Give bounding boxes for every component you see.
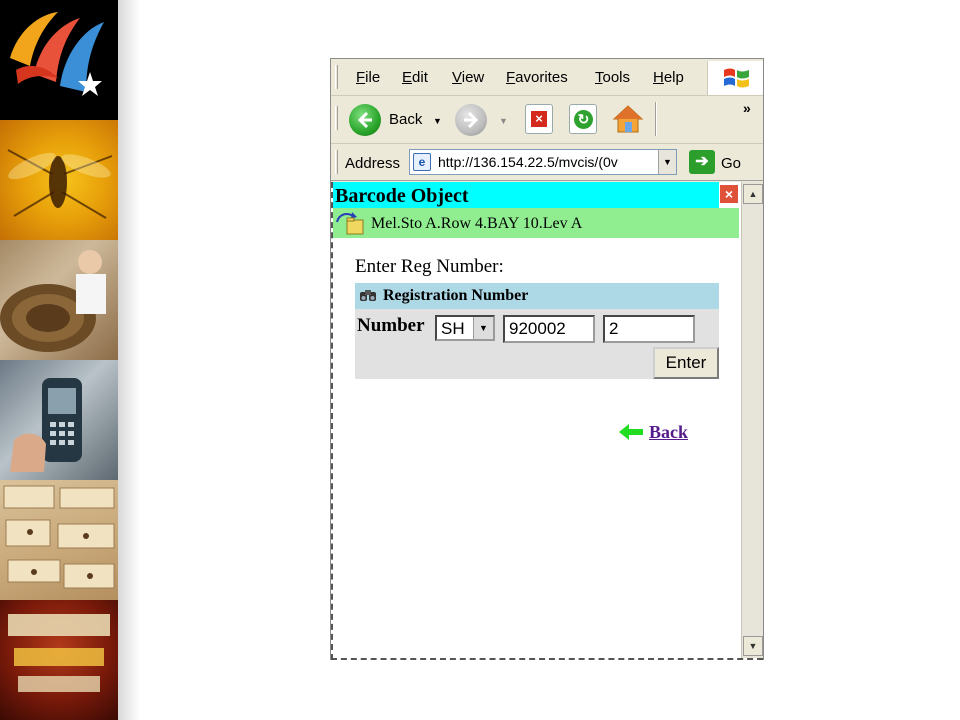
navigation-toolbar: Back ▼ ▼ × ↻ » (331, 96, 763, 144)
home-icon[interactable] (611, 102, 645, 136)
close-icon[interactable]: × (719, 184, 739, 204)
refresh-icon[interactable]: ↻ (569, 104, 597, 134)
windows-logo-icon (707, 61, 763, 95)
address-bar: Address e http://136.154.22.5/mvcis/(0v … (331, 144, 763, 181)
menu-help[interactable]: Help (653, 69, 684, 86)
back-arrow-icon[interactable] (349, 104, 381, 136)
go-arrow-icon[interactable]: ➔ (689, 150, 715, 174)
menu-bar: File Edit View Favorites Tools Help (331, 59, 763, 96)
stop-icon[interactable]: × (525, 104, 553, 134)
address-input[interactable]: e http://136.154.22.5/mvcis/(0v ▼ (409, 149, 677, 175)
address-label: Address (345, 155, 401, 172)
vertical-scrollbar[interactable]: ▲ ▼ (741, 182, 763, 658)
menu-tools[interactable]: Tools (595, 69, 630, 86)
registration-panel: Registration Number Number SH ▼ Enter (355, 283, 719, 379)
toolbar-grip[interactable] (335, 106, 338, 130)
forward-dropdown-icon[interactable]: ▼ (499, 116, 508, 126)
menu-file[interactable]: File (356, 69, 380, 86)
amber-insect-photo (0, 120, 118, 240)
page-icon: e (413, 153, 431, 171)
specimen-labels-photo (0, 480, 118, 600)
toolbar-separator (655, 102, 657, 136)
enter-button[interactable]: Enter (653, 347, 719, 379)
reg-number-prompt: Enter Reg Number: (355, 256, 504, 277)
scroll-up-icon[interactable]: ▲ (743, 184, 763, 204)
organisation-logo (0, 0, 118, 120)
address-bar-grip[interactable] (335, 150, 338, 174)
back-arrow-icon (619, 424, 643, 440)
registration-panel-title: Registration Number (383, 287, 529, 304)
location-bar: Mel.Sto A.Row 4.BAY 10.Lev A (333, 208, 739, 238)
address-dropdown-icon[interactable]: ▼ (658, 150, 676, 174)
browser-window: File Edit View Favorites Tools Help Back… (330, 58, 764, 660)
reg-prefix-value[interactable]: SH (441, 319, 465, 339)
reg-prefix-select[interactable]: SH ▼ (435, 315, 495, 341)
menu-view[interactable]: View (452, 69, 484, 86)
toolbar-overflow-icon[interactable]: » (743, 100, 751, 116)
fire-extinguisher-photo (0, 600, 118, 720)
reg-suffix-input[interactable] (603, 315, 695, 343)
number-label: Number (357, 315, 425, 336)
strip-shadow (118, 0, 140, 720)
forward-arrow-icon[interactable] (455, 104, 487, 136)
storage-location: Mel.Sto A.Row 4.BAY 10.Lev A (371, 215, 583, 232)
page-title: Barcode Object (335, 185, 469, 207)
menu-bar-grip[interactable] (335, 65, 338, 89)
menu-favorites[interactable]: Favorites (506, 69, 568, 86)
chevron-down-icon[interactable]: ▼ (473, 317, 493, 339)
address-url[interactable]: http://136.154.22.5/mvcis/(0v (438, 154, 660, 170)
page-viewport: Barcode Object × Mel.Sto A.Row 4.BAY 10.… (331, 182, 763, 660)
page-title-bar: Barcode Object (333, 182, 719, 208)
handheld-scanner-photo (0, 360, 118, 480)
back-link[interactable]: Back (649, 422, 688, 443)
reg-number-input[interactable] (503, 315, 595, 343)
woven-basket-photo (0, 240, 118, 360)
back-button-label[interactable]: Back (389, 111, 422, 128)
menu-edit[interactable]: Edit (402, 69, 428, 86)
back-dropdown-icon[interactable]: ▼ (433, 116, 442, 126)
location-folder-icon[interactable] (335, 210, 365, 236)
scroll-down-icon[interactable]: ▼ (743, 636, 763, 656)
registration-panel-header: Registration Number (355, 283, 719, 309)
decorative-image-strip (0, 0, 118, 720)
go-button-label[interactable]: Go (721, 155, 741, 172)
binoculars-icon (359, 288, 377, 305)
